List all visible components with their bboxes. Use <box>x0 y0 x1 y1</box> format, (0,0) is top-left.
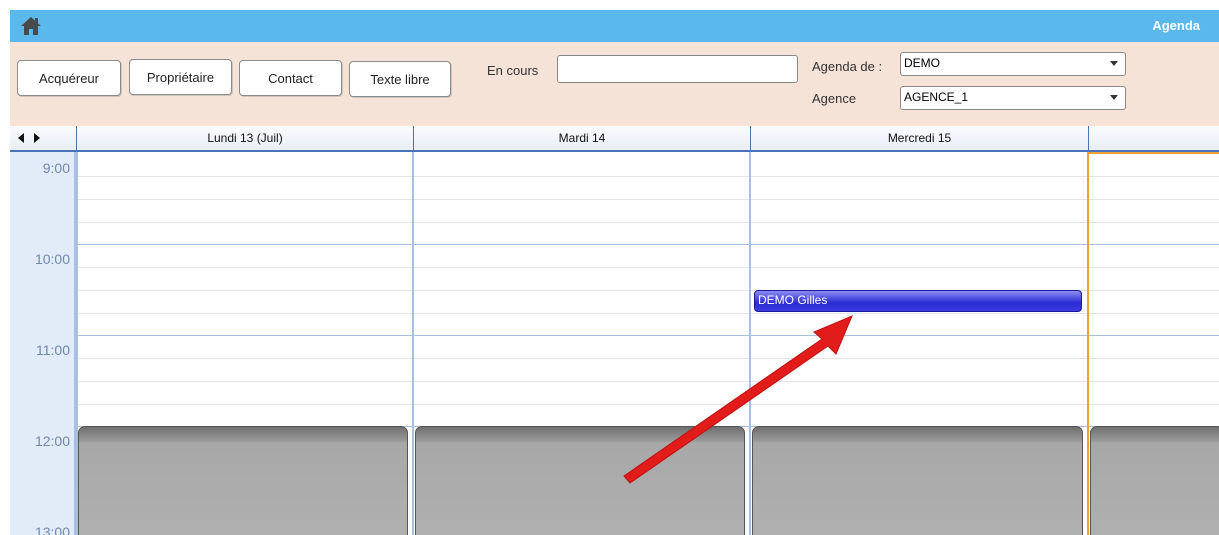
annotation-arrow-icon <box>623 315 853 484</box>
